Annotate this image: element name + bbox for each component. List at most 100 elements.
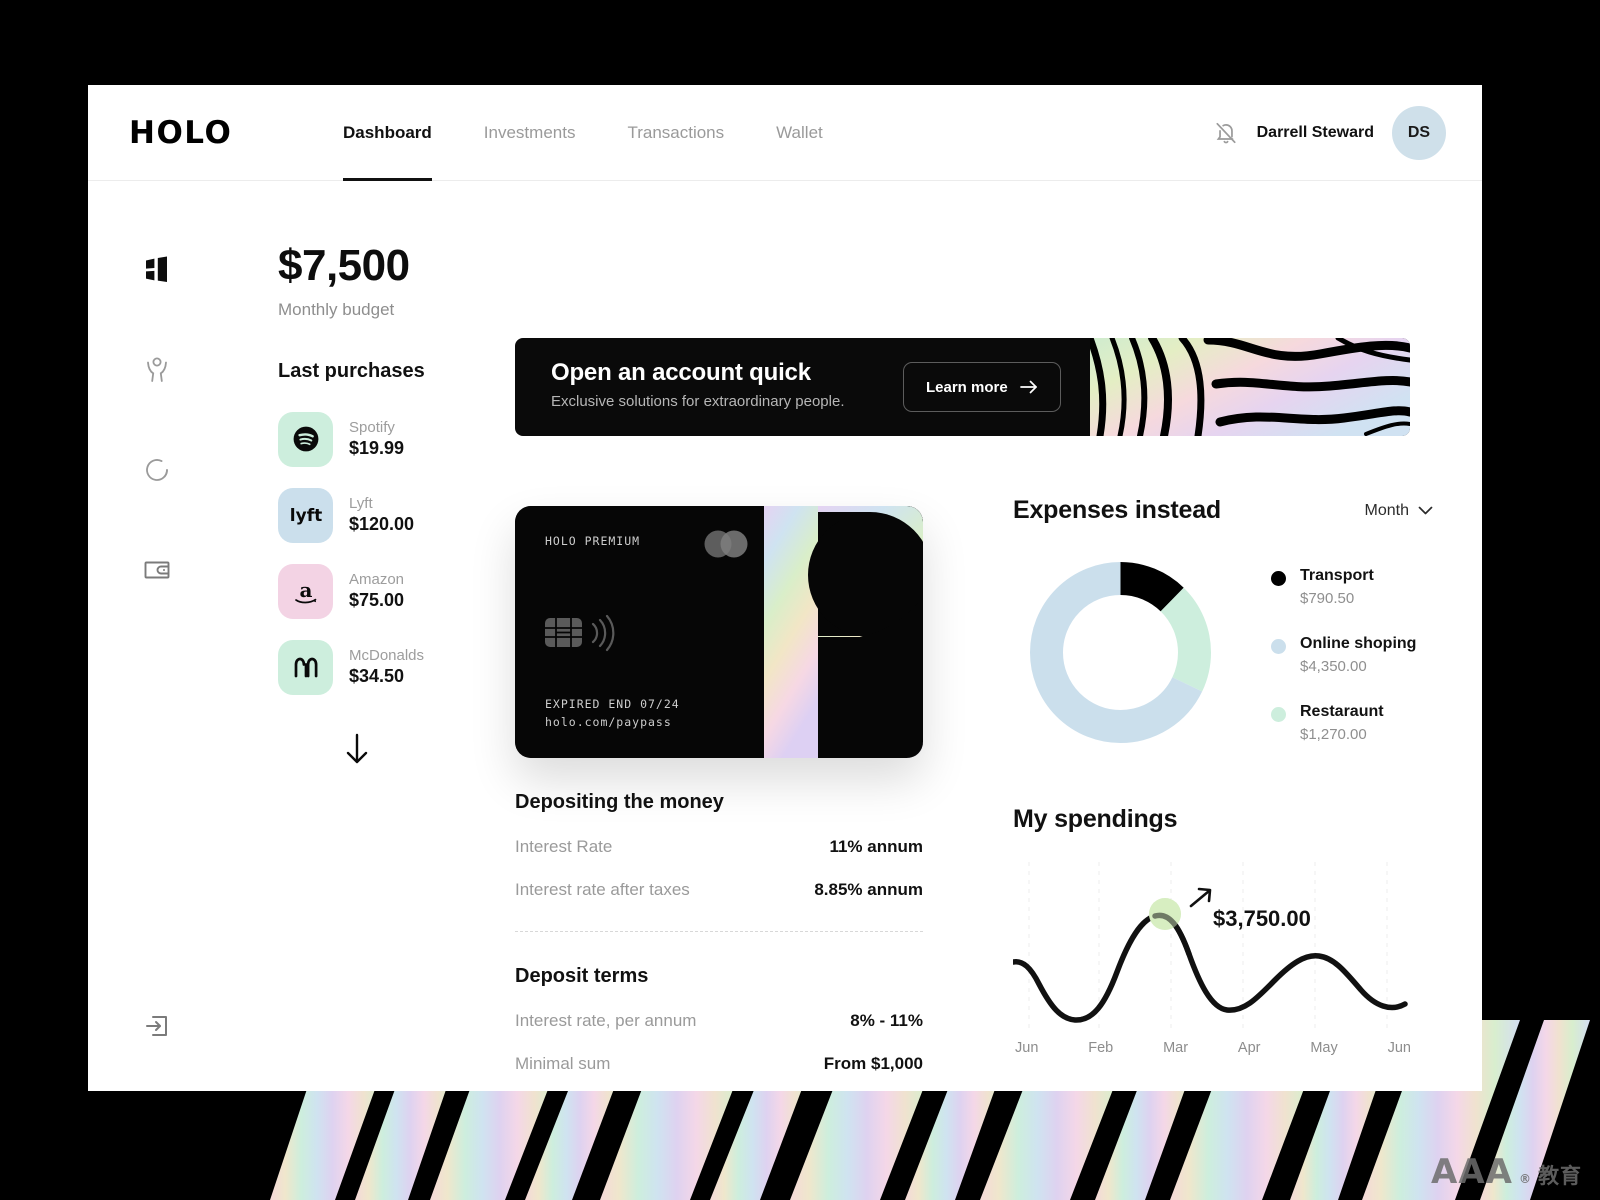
legend-dot-restaraunt <box>1271 707 1286 722</box>
deposit-panel: Depositing the money Interest Rate 11% a… <box>515 791 923 1074</box>
legend-value: $1,270.00 <box>1300 726 1367 743</box>
card-expiry: EXPIRED END 07/24 <box>545 697 680 711</box>
legend-label: Restaraunt <box>1300 703 1384 720</box>
list-item[interactable]: lyft Lyft $120.00 <box>278 477 508 553</box>
spendings-highlight-marker <box>1149 898 1192 957</box>
legend-dot-online-shoping <box>1271 639 1286 654</box>
purchase-meta: Amazon $75.00 <box>349 571 404 611</box>
purchase-amount: $34.50 <box>349 666 405 686</box>
donut-chart <box>1030 562 1211 743</box>
list-item[interactable]: a Amazon $75.00 <box>278 553 508 629</box>
chip-icon <box>545 618 582 647</box>
credit-card[interactable]: HOLO PREMIUM EXPIRED END 07/24 holo.com/… <box>515 506 923 758</box>
purchase-meta: McDonalds $34.50 <box>349 647 424 687</box>
watermark-cn: 教育 <box>1538 1164 1582 1188</box>
deposit-row-value: 8.85% annum <box>814 880 923 899</box>
purchase-list: Spotify $19.99 lyft Lyft $120.00 a Amazo… <box>278 401 508 705</box>
legend-label: Transport <box>1300 567 1374 584</box>
nav-item-dashboard[interactable]: Dashboard <box>343 85 432 181</box>
learn-more-label: Learn more <box>926 378 1008 396</box>
x-tick-label: May <box>1310 1040 1338 1056</box>
lyft-icon: lyft <box>289 506 321 526</box>
chevron-down-icon <box>1418 506 1433 515</box>
brand-logo[interactable]: HOLO <box>129 115 232 151</box>
list-item[interactable]: McDonalds $34.50 <box>278 629 508 705</box>
screenshot-stage: AAA ® 教育 HOLO Dashboard Investments Trans… <box>0 0 1600 1200</box>
nav-item-transactions[interactable]: Transactions <box>627 85 724 181</box>
amazon-icon: a <box>294 578 316 604</box>
deposit-terms-value: From $1,000 <box>823 1054 923 1073</box>
budget-label: Monthly budget <box>278 300 395 319</box>
watermark-text: AAA <box>1431 1152 1513 1192</box>
deposit-terms-row: Interest rate, per annum 8% - 11% <box>515 1011 923 1031</box>
nav-item-investments[interactable]: Investments <box>484 85 576 181</box>
spendings-callout-value: $3,750.00 <box>1213 906 1311 931</box>
legend-label: Online shoping <box>1300 635 1417 652</box>
person-icon <box>147 357 167 382</box>
user-name: Darrell Steward <box>1256 124 1374 141</box>
svg-text:lyft: lyft <box>289 506 321 526</box>
legend-item[interactable]: Online shoping $4,350.00 <box>1271 635 1416 675</box>
app-window: HOLO Dashboard Investments Transactions … <box>88 85 1482 1091</box>
banner-subheading: Exclusive solutions for extraordinary pe… <box>551 393 845 410</box>
legend-item[interactable]: Restaraunt $1,270.00 <box>1271 703 1416 743</box>
deposit-row-key: Interest Rate <box>515 837 613 856</box>
x-tick-label: Feb <box>1088 1040 1114 1056</box>
avatar[interactable]: DS <box>1392 106 1446 160</box>
period-selector[interactable]: Month <box>1365 502 1433 520</box>
watermark-degree: ® <box>1519 1172 1532 1186</box>
left-column: $7,500 Monthly budget Last purchases Spo… <box>278 181 508 769</box>
x-tick-label: Jun <box>1387 1040 1411 1056</box>
sidebar <box>88 181 258 1091</box>
x-tick-label: Mar <box>1163 1040 1189 1056</box>
spendings-chart: $3,750.00 Jun Feb Mar Apr May Jun <box>1010 844 1433 1074</box>
expenses-header: Expenses instead Month <box>1013 496 1433 525</box>
expenses-legend: Transport $790.50 Online shoping $4,350.… <box>1271 567 1416 743</box>
purchase-icon-tile <box>278 411 333 467</box>
purchase-icon-tile: lyft <box>278 487 333 543</box>
deposit-row: Interest rate after taxes 8.85% annum <box>515 880 923 900</box>
budget-amount: $7,500 <box>278 241 410 290</box>
spendings-line <box>1010 912 1408 1023</box>
deposit-terms-key: Interest rate, per annum <box>515 1011 697 1030</box>
list-item[interactable]: Spotify $19.99 <box>278 401 508 477</box>
bell-off-icon[interactable] <box>1213 120 1239 146</box>
purchase-meta: Spotify $19.99 <box>349 419 404 459</box>
sidebar-item-dashboard[interactable] <box>140 253 174 287</box>
chart-gridlines <box>1028 862 1388 1032</box>
purchase-name: Lyft <box>349 495 373 512</box>
purchase-amount: $19.99 <box>349 438 405 458</box>
right-column: Expenses instead Month Transport $790.50… <box>1010 181 1433 1074</box>
deposit-row-value: 11% annum <box>829 837 923 856</box>
watermark: AAA ® 教育 <box>1431 1152 1582 1192</box>
sidebar-item-wallet[interactable] <box>140 553 174 587</box>
purchase-meta: Lyft $120.00 <box>349 495 414 535</box>
spotify-icon <box>293 426 318 452</box>
app-body: $7,500 Monthly budget Last purchases Spo… <box>88 181 1482 1091</box>
chart-x-axis: Jun Feb Mar Apr May Jun <box>1013 1040 1413 1056</box>
spendings-title: My spendings <box>1013 805 1178 833</box>
purchase-icon-tile <box>278 639 333 695</box>
banner-heading: Open an account quick <box>551 359 811 386</box>
purchase-name: Amazon <box>349 571 405 588</box>
circle-progress-icon <box>146 459 168 481</box>
deposit-terms-value: 8% - 11% <box>850 1011 923 1030</box>
deposit-terms-row: Minimal sum From $1,000 <box>515 1054 923 1074</box>
deposit-divider <box>515 931 923 932</box>
main-nav: Dashboard Investments Transactions Walle… <box>343 85 823 181</box>
banner-text: Open an account quick Exclusive solution… <box>551 359 844 410</box>
show-more-purchases-button[interactable] <box>340 729 374 769</box>
purchase-amount: $120.00 <box>349 514 415 534</box>
wallet-icon <box>144 561 170 579</box>
deposit-terms-key: Minimal sum <box>515 1054 611 1073</box>
mastercard-icon <box>704 530 748 558</box>
logout-button[interactable] <box>140 1009 174 1043</box>
card-url: holo.com/paypass <box>545 715 672 729</box>
nav-item-wallet[interactable]: Wallet <box>776 85 823 181</box>
purchase-name: McDonalds <box>349 647 425 664</box>
sidebar-item-analytics[interactable] <box>140 453 174 487</box>
legend-dot-transport <box>1271 571 1286 586</box>
legend-item[interactable]: Transport $790.50 <box>1271 567 1416 607</box>
legend-value: $4,350.00 <box>1300 658 1367 675</box>
sidebar-item-profile[interactable] <box>140 353 174 387</box>
